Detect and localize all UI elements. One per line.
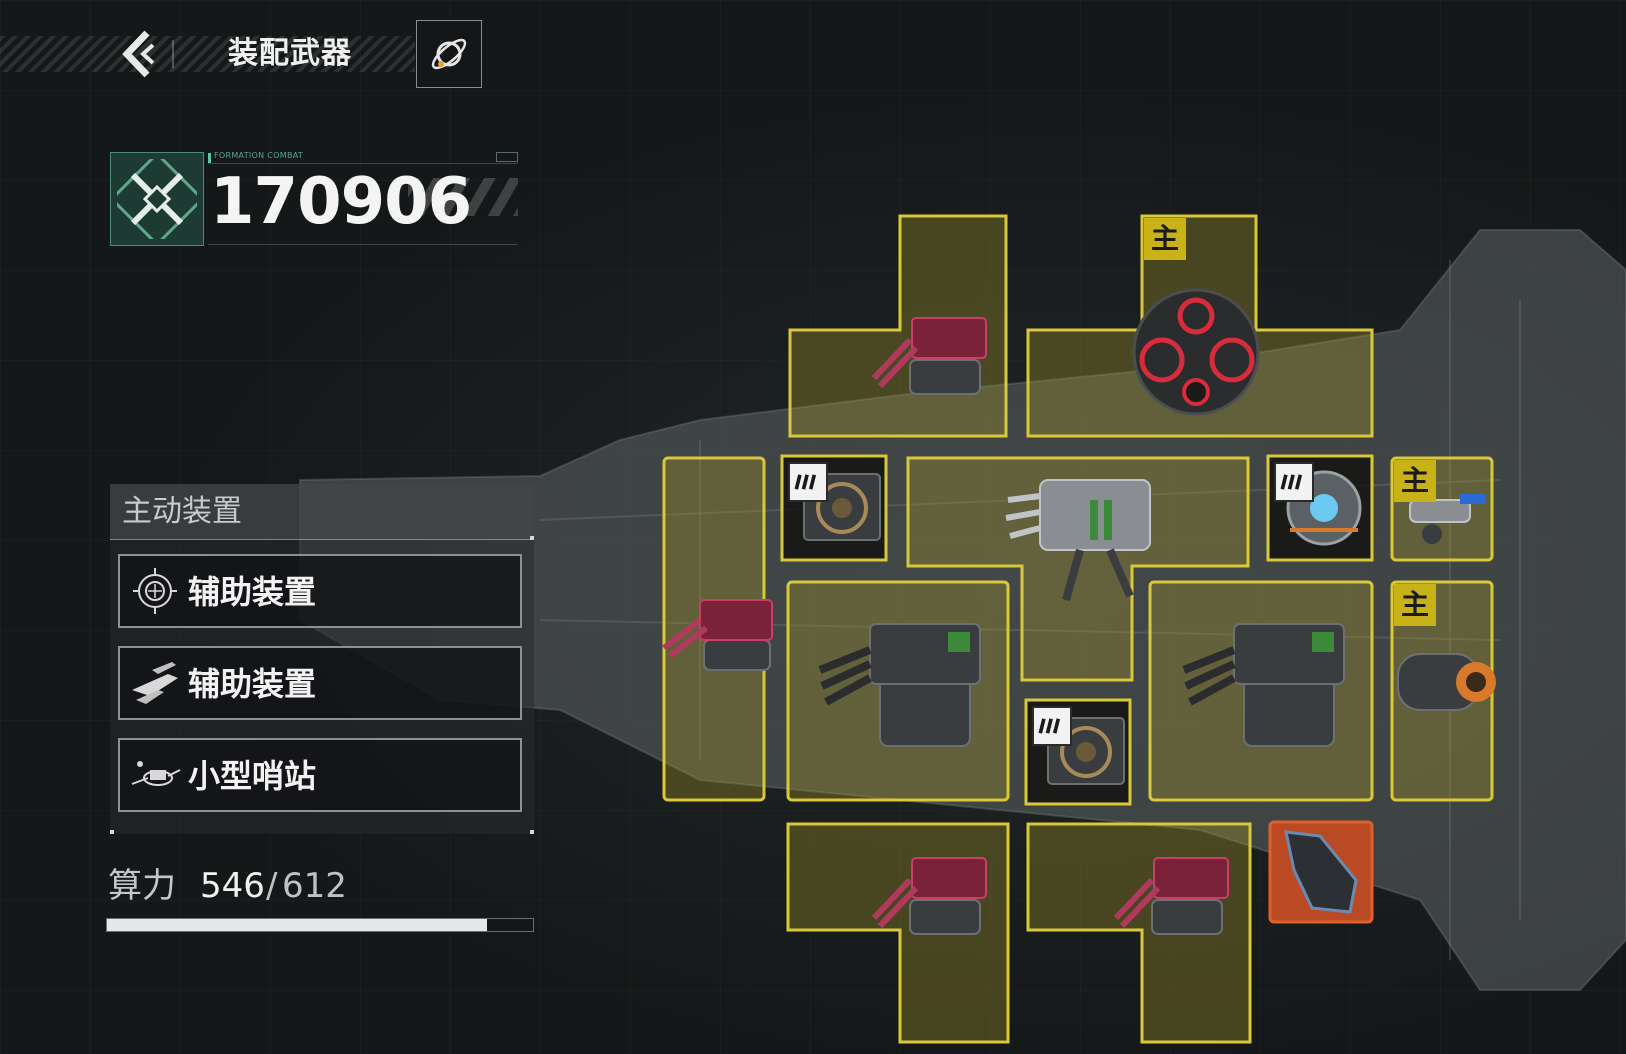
slot-grid: .sl { fill: rgba(160,150,40,0.35); strok… xyxy=(662,214,1496,1044)
main-slot-badge: 主 xyxy=(1394,460,1436,502)
energy-module-badge-icon xyxy=(1032,706,1072,746)
main-slot-badge: 主 xyxy=(1394,584,1436,626)
energy-module-badge-icon xyxy=(788,462,828,502)
reactor-core-icon xyxy=(1132,288,1260,416)
energy-module-badge-icon xyxy=(1274,462,1314,502)
main-slot-badge: 主 xyxy=(1144,218,1186,260)
